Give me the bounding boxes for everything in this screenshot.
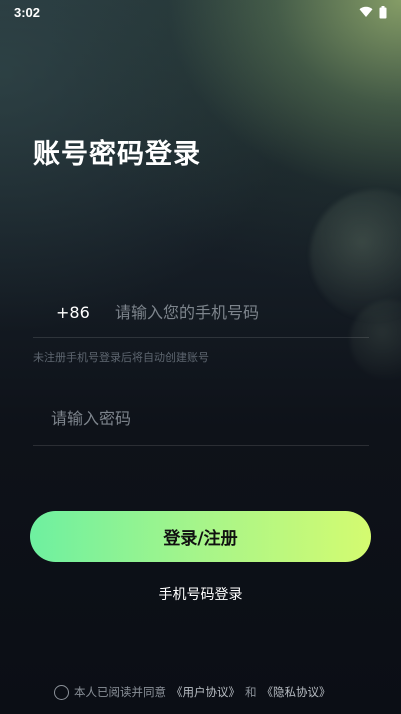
battery-icon bbox=[379, 5, 387, 18]
user-agreement-link[interactable]: 《用户协议》 bbox=[171, 684, 240, 700]
agreement-conjunction: 和 bbox=[245, 685, 257, 699]
wifi-icon bbox=[359, 6, 373, 18]
status-time: 3:02 bbox=[14, 4, 41, 20]
password-field-row bbox=[33, 392, 369, 446]
privacy-agreement-link[interactable]: 《隐私协议》 bbox=[262, 684, 331, 700]
agreement-checkbox[interactable] bbox=[54, 684, 69, 700]
country-code[interactable]: +86 bbox=[33, 303, 115, 322]
status-bar: 3:02 bbox=[0, 0, 401, 24]
status-icons bbox=[359, 5, 387, 19]
phone-input[interactable] bbox=[115, 303, 369, 322]
phone-login-link[interactable]: 手机号码登录 bbox=[0, 584, 401, 604]
password-input[interactable] bbox=[51, 409, 369, 428]
agreement-row: 本人已阅读并同意 《用户协议》和《隐私协议》 bbox=[54, 684, 331, 700]
login-register-button[interactable]: 登录/注册 bbox=[30, 511, 371, 562]
phone-field-row: +86 bbox=[33, 288, 369, 338]
login-button-label: 登录/注册 bbox=[163, 529, 238, 549]
auto-register-hint: 未注册手机号登录后将自动创建账号 bbox=[33, 351, 209, 364]
agreement-prefix: 本人已阅读并同意 bbox=[74, 685, 166, 699]
page-title: 账号密码登录 bbox=[33, 139, 201, 170]
